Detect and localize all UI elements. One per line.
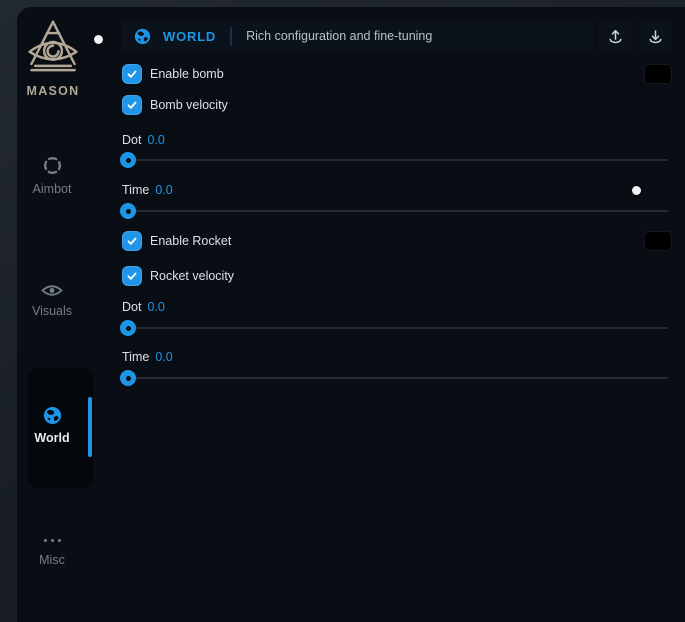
slider-name: Time — [122, 183, 149, 197]
sidebar-item-visuals[interactable]: Visuals — [12, 283, 92, 318]
eye-icon — [41, 283, 63, 298]
cursor-dot — [632, 186, 641, 195]
sidebar-item-misc[interactable]: Misc — [12, 533, 92, 567]
checkbox-row-bomb-velocity: Bomb velocity — [122, 95, 228, 115]
checkbox-row-rocket-velocity: Rocket velocity — [122, 266, 234, 286]
rocket-dot-slider-track[interactable] — [122, 327, 668, 329]
slider-label-rocket-dot: Dot 0.0 — [122, 300, 165, 314]
slider-value: 0.0 — [147, 133, 164, 147]
slider-value: 0.0 — [155, 183, 172, 197]
rocket-time-slider-track[interactable] — [122, 377, 668, 379]
checkbox-label: Enable bomb — [150, 67, 224, 81]
checkmark-icon — [125, 98, 139, 112]
sidebar-item-label: World — [34, 432, 69, 445]
bomb-dot-slider-thumb[interactable] — [120, 152, 136, 168]
slider-value: 0.0 — [155, 350, 172, 364]
bomb-velocity-checkbox[interactable] — [122, 95, 142, 115]
header-divider — [230, 27, 232, 46]
slider-name: Dot — [122, 300, 141, 314]
slider-name: Time — [122, 350, 149, 364]
crosshair-icon — [42, 155, 63, 176]
checkbox-row-enable-bomb: Enable bomb — [122, 64, 224, 84]
checkbox-row-enable-rocket: Enable Rocket — [122, 231, 231, 251]
rocket-velocity-checkbox[interactable] — [122, 266, 142, 286]
slider-value: 0.0 — [147, 300, 164, 314]
checkbox-label: Rocket velocity — [150, 269, 234, 283]
upload-config-button[interactable] — [599, 20, 632, 52]
checkmark-icon — [125, 67, 139, 81]
page-subtitle: Rich configuration and fine-tuning — [246, 29, 432, 43]
download-config-button[interactable] — [639, 20, 672, 52]
sidebar-item-label: Aimbot — [33, 183, 72, 196]
bomb-time-slider-thumb[interactable] — [120, 203, 136, 219]
slider-name: Dot — [122, 133, 141, 147]
globe-icon — [134, 28, 151, 45]
slider-label-bomb-dot: Dot 0.0 — [122, 133, 165, 147]
cursor-dot — [94, 35, 103, 44]
enable-bomb-checkbox[interactable] — [122, 64, 142, 84]
enable-rocket-checkbox[interactable] — [122, 231, 142, 251]
upload-icon — [607, 28, 624, 45]
globe-icon — [43, 406, 62, 425]
checkbox-label: Enable Rocket — [150, 234, 231, 248]
sidebar-item-label: Misc — [39, 554, 65, 567]
bomb-dot-slider-track[interactable] — [122, 159, 668, 161]
download-icon — [647, 28, 664, 45]
slider-label-bomb-time: Time 0.0 — [122, 183, 173, 197]
mason-eye-pyramid-icon — [23, 19, 83, 77]
ellipsis-icon — [44, 533, 61, 547]
sidebar-item-world[interactable]: World — [12, 406, 92, 445]
rocket-time-slider-thumb[interactable] — [120, 370, 136, 386]
checkmark-icon — [125, 269, 139, 283]
rocket-dot-slider-thumb[interactable] — [120, 320, 136, 336]
sidebar-item-aimbot[interactable]: Aimbot — [12, 155, 92, 196]
bomb-time-slider-track[interactable] — [122, 210, 668, 212]
page-header: WORLD Rich configuration and fine-tuning — [122, 20, 593, 52]
sidebar-item-label: Visuals — [32, 305, 72, 318]
bomb-color-swatch[interactable] — [645, 65, 671, 83]
checkmark-icon — [125, 234, 139, 248]
page-title: WORLD — [163, 29, 216, 44]
slider-label-rocket-time: Time 0.0 — [122, 350, 173, 364]
checkbox-label: Bomb velocity — [150, 98, 228, 112]
rocket-color-swatch[interactable] — [645, 232, 671, 250]
brand-text: MASON — [13, 84, 93, 98]
main-panel — [17, 7, 685, 622]
